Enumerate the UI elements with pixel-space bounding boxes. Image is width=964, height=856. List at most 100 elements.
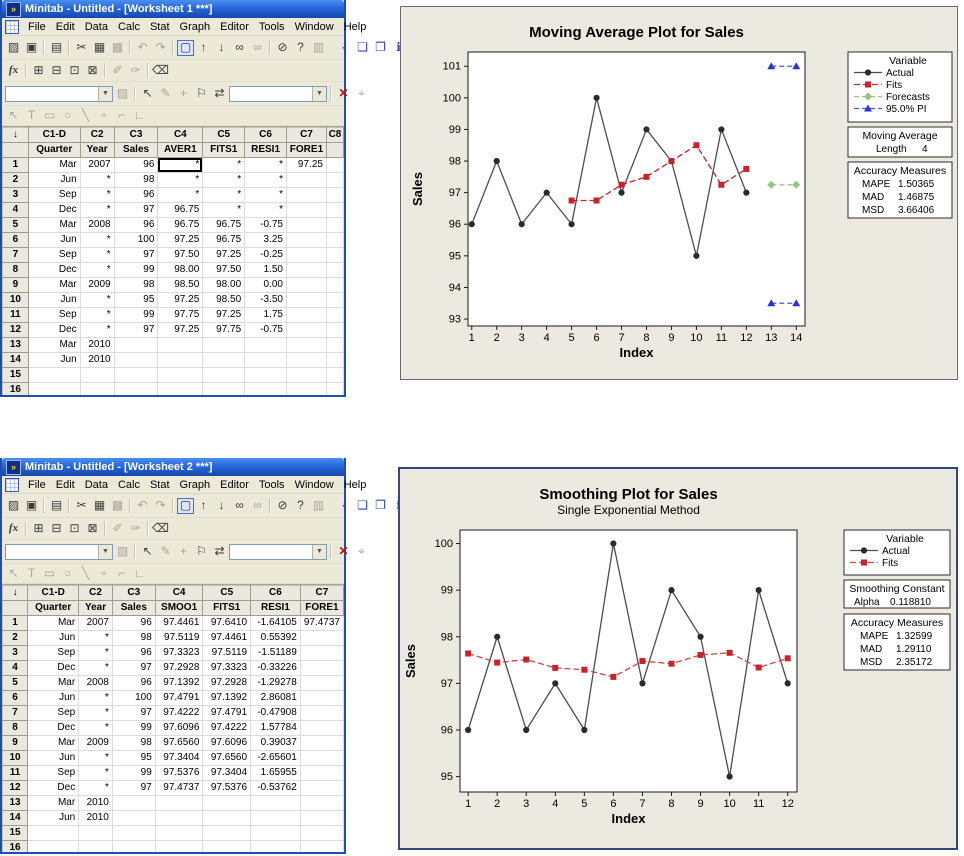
menu-data[interactable]: Data [80, 478, 113, 492]
select-tool-icon[interactable]: ↖ [139, 544, 156, 560]
cell[interactable] [287, 368, 327, 383]
cell[interactable]: 98.50 [158, 278, 203, 293]
cell[interactable]: 97.5376 [155, 766, 203, 781]
cell[interactable]: 97 [112, 661, 155, 676]
row-header[interactable]: 8 [3, 721, 28, 736]
line-tool-icon[interactable]: ╲ [77, 108, 94, 124]
cell[interactable] [203, 383, 245, 396]
cell[interactable]: * [80, 248, 114, 263]
cell[interactable] [251, 796, 301, 811]
cell[interactable] [155, 796, 203, 811]
cell[interactable]: 96 [114, 218, 158, 233]
cell[interactable]: 99 [114, 263, 158, 278]
cell[interactable]: Jun [28, 173, 80, 188]
cell[interactable]: 97.1392 [203, 691, 251, 706]
show-session-icon[interactable]: ❏ [354, 40, 371, 56]
cell[interactable] [326, 218, 343, 233]
cell[interactable]: Mar [28, 736, 79, 751]
cell[interactable]: -0.75 [245, 323, 287, 338]
cell[interactable] [114, 383, 158, 396]
properties-icon[interactable]: ▧ [114, 86, 131, 102]
menu-calc[interactable]: Calc [113, 20, 145, 34]
cell[interactable]: 97.6096 [203, 736, 251, 751]
statguide-icon[interactable]: ▥ [310, 498, 327, 514]
cell[interactable]: Sep [28, 646, 79, 661]
row-header[interactable]: 16 [3, 841, 28, 853]
cell[interactable]: * [80, 323, 114, 338]
cell[interactable]: 2.86081 [251, 691, 301, 706]
row-header[interactable]: 9 [3, 736, 28, 751]
titlebar-worksheet2[interactable]: » Minitab - Untitled - [Worksheet 2 ***] [2, 458, 344, 476]
cell[interactable] [326, 233, 343, 248]
cell[interactable] [112, 796, 155, 811]
menu-help[interactable]: Help [339, 478, 372, 492]
redo-icon[interactable]: ↷ [152, 498, 169, 514]
cell[interactable]: * [203, 203, 245, 218]
polyline-tool-icon[interactable]: ⌐ [113, 566, 130, 582]
cancel-icon[interactable]: ⊘ [274, 498, 291, 514]
cell[interactable] [300, 691, 343, 706]
cell[interactable]: 97 [114, 323, 158, 338]
column-name-aver1[interactable]: AVER1 [158, 143, 203, 158]
cell[interactable] [245, 353, 287, 368]
highlight-icon[interactable]: ✐ [109, 521, 126, 537]
row-header[interactable]: 7 [3, 248, 29, 263]
edit-last-dialog-icon[interactable]: { [336, 498, 353, 514]
move-columns-icon[interactable]: ⊠ [84, 63, 101, 79]
row-header[interactable]: 12 [3, 781, 28, 796]
copy-icon[interactable]: ▦ [91, 498, 108, 514]
cell[interactable]: 97.4737 [155, 781, 203, 796]
cell[interactable] [287, 173, 327, 188]
cell[interactable] [326, 383, 343, 396]
cell[interactable]: 97.50 [203, 263, 245, 278]
cell[interactable]: 0.39037 [251, 736, 301, 751]
cell[interactable] [245, 368, 287, 383]
paste-icon[interactable]: ▩ [109, 498, 126, 514]
column-header-c5[interactable]: C5 [203, 586, 251, 601]
cell[interactable] [326, 248, 343, 263]
clear-icon[interactable]: ⌫ [152, 63, 169, 79]
cell[interactable]: * [79, 781, 113, 796]
cell[interactable] [326, 368, 343, 383]
entry-direction-arrow-icon[interactable]: ↓ [3, 128, 29, 143]
column-name-resi1[interactable]: RESI1 [245, 143, 287, 158]
cell[interactable] [80, 383, 114, 396]
cell[interactable]: 98 [112, 736, 155, 751]
cell[interactable] [203, 368, 245, 383]
cell[interactable]: 100 [114, 233, 158, 248]
cell[interactable] [28, 841, 79, 853]
cell[interactable]: * [80, 263, 114, 278]
cell[interactable] [287, 188, 327, 203]
rectangle-tool-icon[interactable]: ▭ [41, 566, 58, 582]
cell[interactable]: Mar [28, 158, 80, 173]
column-header-c2[interactable]: C2 [79, 586, 113, 601]
graph-item-combo[interactable]: ▼ [5, 86, 113, 102]
insert-columns-icon[interactable]: ⊡ [66, 63, 83, 79]
column-header-c4[interactable]: C4 [158, 128, 203, 143]
cell[interactable]: Jun [28, 691, 79, 706]
redo-icon[interactable]: ↷ [152, 40, 169, 56]
cell[interactable]: 97.5376 [203, 781, 251, 796]
column-header-c5[interactable]: C5 [203, 128, 245, 143]
cell[interactable]: 1.57784 [251, 721, 301, 736]
cell[interactable] [203, 353, 245, 368]
help-icon[interactable]: ? [292, 40, 309, 56]
help-icon[interactable]: ? [292, 498, 309, 514]
column-header-c6[interactable]: C6 [245, 128, 287, 143]
insert-cells-icon[interactable]: ⊞ [30, 521, 47, 537]
zoom-tool-icon[interactable]: ⌖ [353, 544, 370, 560]
cell[interactable]: * [79, 691, 113, 706]
cell[interactable] [203, 826, 251, 841]
cell[interactable] [158, 383, 203, 396]
cell[interactable]: * [158, 158, 203, 173]
cell[interactable]: * [245, 173, 287, 188]
next-command-icon[interactable]: ↓ [213, 40, 230, 56]
show-worksheets-icon[interactable]: ❐ [372, 498, 389, 514]
polyline-tool-icon[interactable]: ⌐ [113, 108, 130, 124]
cell[interactable]: 97.4791 [203, 706, 251, 721]
cell[interactable]: 97.2928 [203, 676, 251, 691]
ellipse-tool-icon[interactable]: ○ [59, 108, 76, 124]
cell[interactable]: Dec [28, 323, 80, 338]
properties-icon[interactable]: ▧ [114, 544, 131, 560]
cell[interactable] [300, 631, 343, 646]
